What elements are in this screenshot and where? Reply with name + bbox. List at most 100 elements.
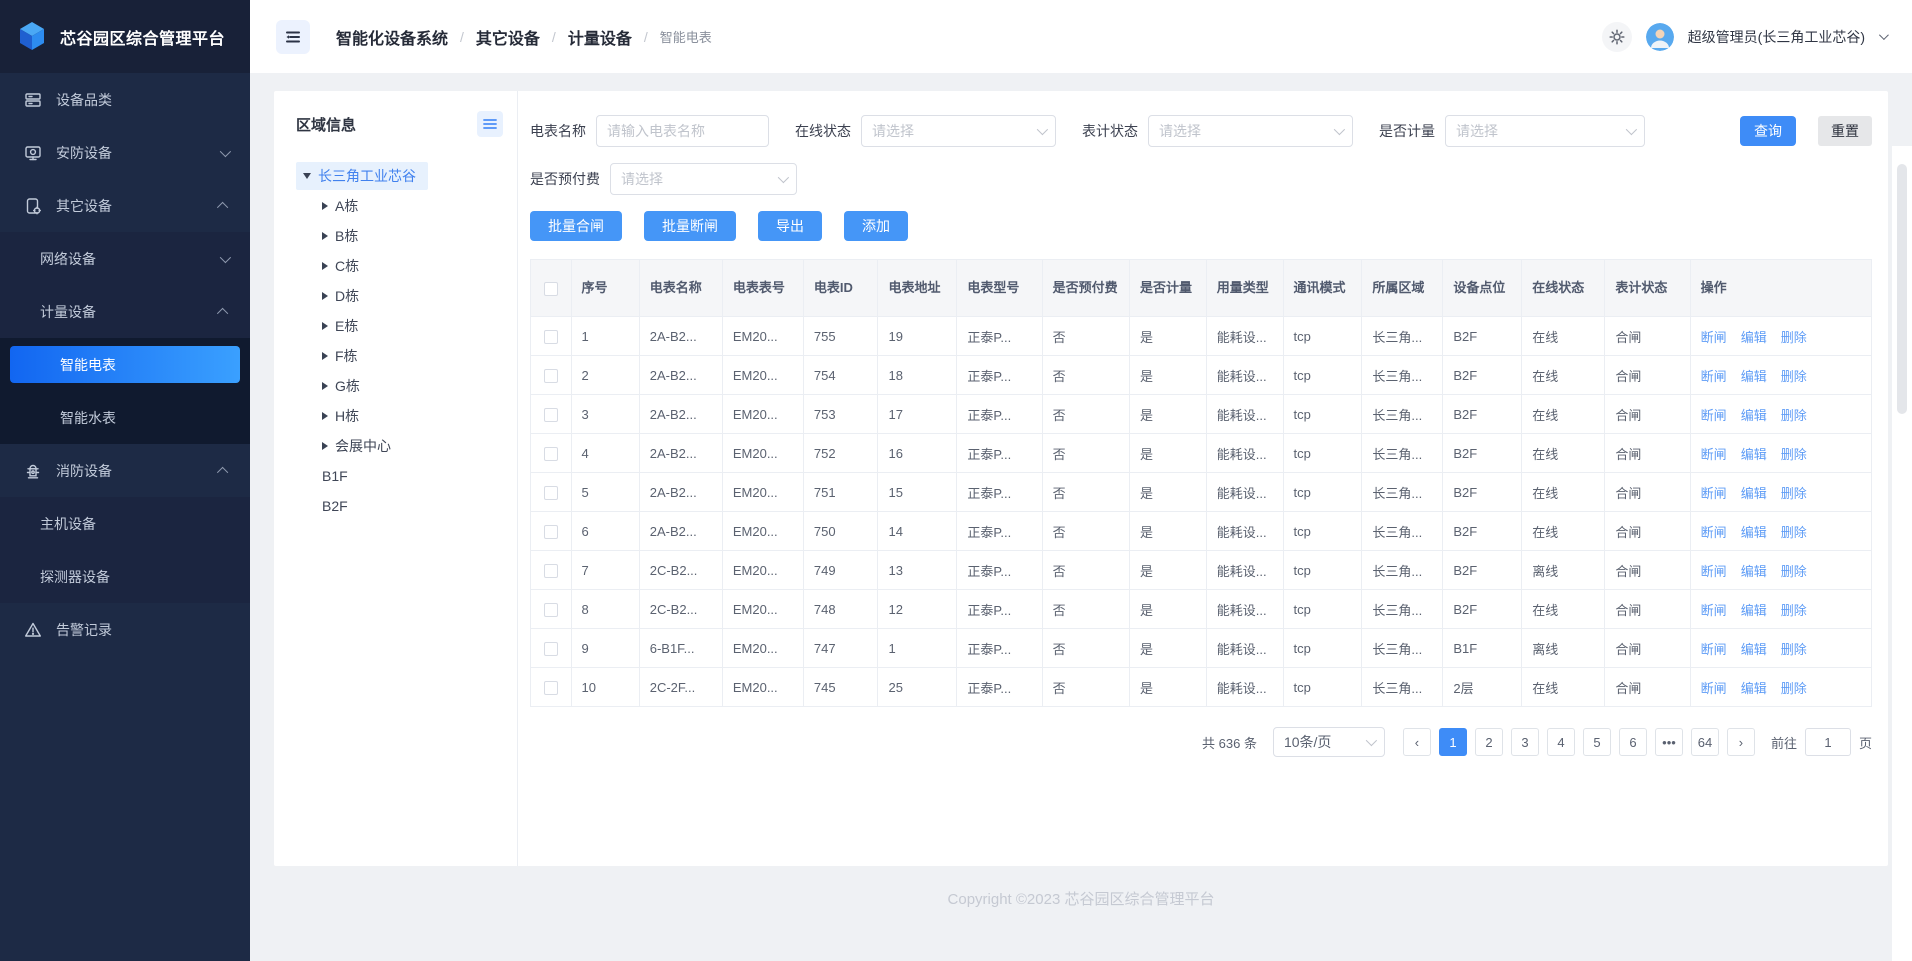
goto-page-input[interactable]: 1 [1805,728,1851,756]
page-button-4[interactable]: 4 [1547,728,1575,756]
op-link[interactable]: 断闸 [1701,447,1727,462]
op-link[interactable]: 编辑 [1741,564,1767,579]
op-link[interactable]: 删除 [1781,447,1807,462]
tree-node[interactable]: A栋 [296,191,503,221]
row-checkbox[interactable] [544,330,558,344]
sidebar-item-network-device[interactable]: 网络设备 [0,232,250,285]
op-link[interactable]: 编辑 [1741,486,1767,501]
op-link[interactable]: 编辑 [1741,603,1767,618]
row-checkbox[interactable] [544,408,558,422]
page-button-1[interactable]: 1 [1439,728,1467,756]
next-page-button[interactable]: › [1727,728,1755,756]
op-link[interactable]: 删除 [1781,369,1807,384]
op-link[interactable]: 断闸 [1701,603,1727,618]
batch-open-gate-button[interactable]: 批量断闸 [644,211,736,241]
reset-button[interactable]: 重置 [1818,116,1872,146]
op-link[interactable]: 编辑 [1741,642,1767,657]
tree-node-root[interactable]: 长三角工业芯谷 [296,161,503,191]
sidebar-item-host-device[interactable]: 主机设备 [0,497,250,550]
row-checkbox[interactable] [544,525,558,539]
op-link[interactable]: 断闸 [1701,369,1727,384]
row-checkbox[interactable] [544,369,558,383]
tree-node[interactable]: D栋 [296,281,503,311]
op-link[interactable]: 删除 [1781,330,1807,345]
batch-close-gate-button[interactable]: 批量合闸 [530,211,622,241]
op-link[interactable]: 删除 [1781,486,1807,501]
user-name[interactable]: 超级管理员(长三角工业芯谷) [1688,27,1865,47]
export-button[interactable]: 导出 [758,211,822,241]
op-link[interactable]: 编辑 [1741,525,1767,540]
op-link[interactable]: 断闸 [1701,486,1727,501]
page-size-select[interactable]: 10条/页 [1273,727,1385,757]
tree-node[interactable]: F栋 [296,341,503,371]
op-link[interactable]: 编辑 [1741,681,1767,696]
tree-collapse-icon[interactable] [477,111,503,137]
op-link[interactable]: 删除 [1781,642,1807,657]
page-button-2[interactable]: 2 [1475,728,1503,756]
table-cell: B2F [1443,590,1522,629]
tree-node[interactable]: B2F [296,491,503,521]
page-button-6[interactable]: 6 [1619,728,1647,756]
sidebar-item-fire-device[interactable]: 消防设备 [0,444,250,497]
row-checkbox[interactable] [544,564,558,578]
op-link[interactable]: 删除 [1781,564,1807,579]
op-link[interactable]: 断闸 [1701,525,1727,540]
is-prepaid-select[interactable]: 请选择 [610,163,797,195]
tree-node[interactable]: H栋 [296,401,503,431]
page-button-5[interactable]: 5 [1583,728,1611,756]
sidebar-item-smart-meter[interactable]: 智能电表 [0,338,250,391]
scrollbar-thumb[interactable] [1897,164,1907,414]
row-checkbox[interactable] [544,486,558,500]
op-link[interactable]: 删除 [1781,408,1807,423]
menu-collapse-icon[interactable] [276,20,310,54]
page-button-64[interactable]: 64 [1691,728,1719,756]
add-button[interactable]: 添加 [844,211,908,241]
sidebar-item-security-device[interactable]: 安防设备 [0,126,250,179]
sidebar-item-detector-device[interactable]: 探测器设备 [0,550,250,603]
row-checkbox[interactable] [544,447,558,461]
op-link[interactable]: 删除 [1781,525,1807,540]
op-link[interactable]: 编辑 [1741,369,1767,384]
op-link[interactable]: 断闸 [1701,564,1727,579]
tree-node[interactable]: 会展中心 [296,431,503,461]
row-checkbox[interactable] [544,681,558,695]
breadcrumb-item[interactable]: 计量设备 [568,25,632,49]
tree-node[interactable]: C栋 [296,251,503,281]
op-link[interactable]: 断闸 [1701,408,1727,423]
sidebar-item-other-device[interactable]: 其它设备 [0,179,250,232]
chevron-down-icon[interactable] [1879,30,1889,40]
tree-node[interactable]: B栋 [296,221,503,251]
tree-node[interactable]: G栋 [296,371,503,401]
settings-icon[interactable] [1602,22,1632,52]
row-checkbox[interactable] [544,603,558,617]
tree-node[interactable]: E栋 [296,311,503,341]
op-link[interactable]: 删除 [1781,681,1807,696]
breadcrumb-item[interactable]: 智能化设备系统 [336,25,448,49]
page-button-•••[interactable]: ••• [1655,728,1683,756]
prev-page-button[interactable]: ‹ [1403,728,1431,756]
sidebar-item-metering-device[interactable]: 计量设备 [0,285,250,338]
sidebar-item-alarm-records[interactable]: 告警记录 [0,603,250,656]
op-link[interactable]: 断闸 [1701,330,1727,345]
select-all-checkbox[interactable] [544,282,558,296]
op-link[interactable]: 编辑 [1741,330,1767,345]
search-button[interactable]: 查询 [1740,116,1796,146]
is-metered-select[interactable]: 请选择 [1445,115,1645,147]
avatar[interactable] [1646,23,1674,51]
op-link[interactable]: 断闸 [1701,681,1727,696]
online-status-select[interactable]: 请选择 [861,115,1056,147]
op-link[interactable]: 断闸 [1701,642,1727,657]
op-link[interactable]: 删除 [1781,603,1807,618]
row-checkbox[interactable] [544,642,558,656]
breadcrumb-item[interactable]: 其它设备 [476,25,540,49]
scrollbar-track[interactable] [1892,146,1912,961]
app-root: 芯谷园区综合管理平台 设备品类安防设备其它设备网络设备计量设备智能电表智能水表消… [0,0,1912,961]
page-button-3[interactable]: 3 [1511,728,1539,756]
sidebar-item-device-category[interactable]: 设备品类 [0,73,250,126]
tree-node[interactable]: B1F [296,461,503,491]
op-link[interactable]: 编辑 [1741,447,1767,462]
gate-status-select[interactable]: 请选择 [1148,115,1353,147]
op-link[interactable]: 编辑 [1741,408,1767,423]
sidebar-item-smart-water-meter[interactable]: 智能水表 [0,391,250,444]
meter-name-input[interactable]: 请输入电表名称 [596,115,769,147]
